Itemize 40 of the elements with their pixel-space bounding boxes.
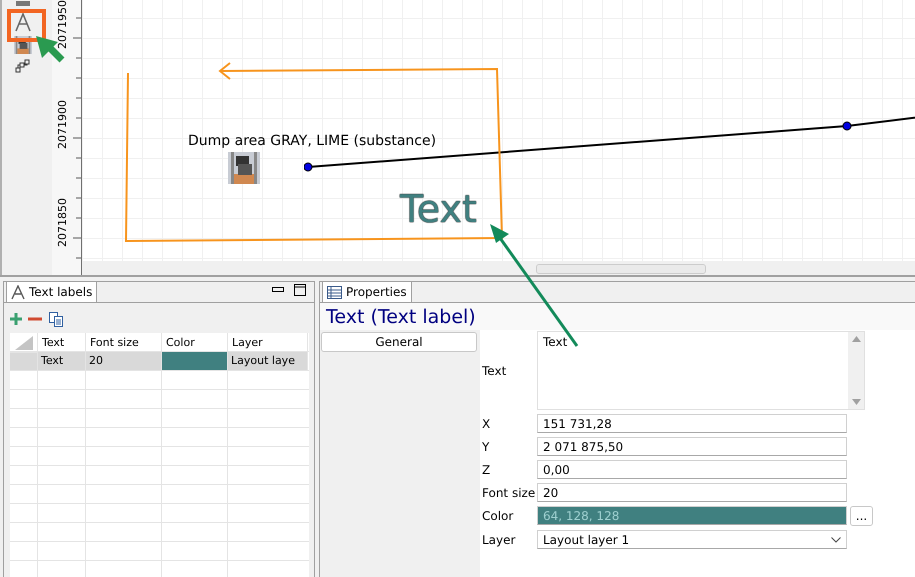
ruler-label: 2071950 xyxy=(56,0,69,49)
input-field[interactable]: 2 071 875,50 xyxy=(537,437,847,456)
map-object-label: Dump area GRAY, LIME (substance) xyxy=(188,133,436,149)
minimize-icon[interactable] xyxy=(272,287,284,293)
table-cell: 20 xyxy=(86,352,162,371)
property-label: Layer xyxy=(481,532,516,546)
table-cell: Layout laye xyxy=(228,352,308,371)
input-field[interactable]: 151 731,28 xyxy=(537,414,847,433)
panel-tab[interactable]: Text labels xyxy=(6,281,98,302)
dump-area-icon xyxy=(228,152,260,184)
text-area[interactable]: Text xyxy=(537,331,865,410)
copy-icon[interactable] xyxy=(48,311,64,327)
caret-icon xyxy=(831,536,841,542)
highlight-frame xyxy=(7,9,46,42)
layer-dropdown[interactable]: Layout layer 1 xyxy=(537,530,847,549)
ruler-label: 2071900 xyxy=(56,100,69,149)
input-field[interactable]: 20 xyxy=(537,483,847,502)
property-label: Color xyxy=(481,509,514,523)
ruler-label: 2071850 xyxy=(56,198,69,247)
group-button[interactable]: General xyxy=(321,332,477,352)
property-label: Y xyxy=(481,440,490,454)
panel-tab[interactable]: Properties xyxy=(322,281,412,302)
property-label: Z xyxy=(481,462,492,476)
table-cell: Text xyxy=(38,352,86,371)
maximize-icon[interactable] xyxy=(294,284,306,296)
network-tool-icon[interactable] xyxy=(15,58,31,74)
horizontal-scrollbar[interactable] xyxy=(82,261,915,275)
property-label: Text xyxy=(481,364,508,378)
properties-title: Text (Text label) xyxy=(320,303,915,330)
input-field[interactable]: 0,00 xyxy=(537,460,847,479)
text-icon xyxy=(11,284,25,300)
text-tool-icon[interactable] xyxy=(14,12,32,32)
scroll-down-icon[interactable] xyxy=(852,399,860,405)
add-icon[interactable] xyxy=(10,313,22,325)
property-label: X xyxy=(481,416,492,430)
color-picker-button[interactable]: ... xyxy=(850,506,873,526)
table-icon xyxy=(327,286,342,298)
property-label: Font size xyxy=(481,486,536,500)
map-text-label[interactable]: Text xyxy=(400,190,477,228)
scroll-up-icon[interactable] xyxy=(852,336,860,342)
